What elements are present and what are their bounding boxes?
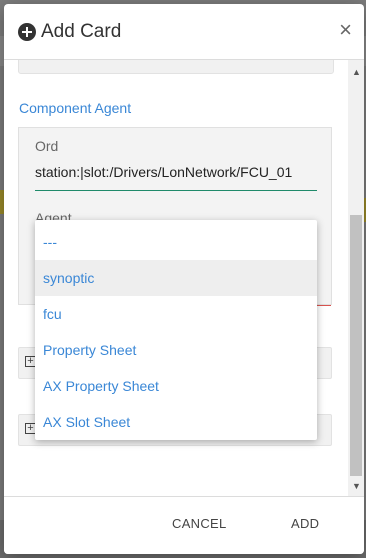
dialog-title: Add Card bbox=[41, 21, 122, 42]
dialog-footer: CANCEL ADD bbox=[4, 496, 364, 554]
dropdown-option-fcu[interactable]: fcu bbox=[35, 296, 317, 332]
agent-dropdown-menu: --- synoptic fcu Property Sheet AX Prope… bbox=[35, 220, 317, 440]
add-button[interactable]: ADD bbox=[291, 516, 319, 531]
previous-section-box bbox=[18, 60, 334, 74]
dropdown-option-ax-property-sheet[interactable]: AX Property Sheet bbox=[35, 368, 317, 404]
scrollbar-thumb[interactable] bbox=[350, 215, 362, 476]
vertical-scrollbar[interactable]: ▲ ▼ bbox=[348, 60, 364, 496]
dropdown-option-none[interactable]: --- bbox=[35, 224, 317, 260]
dialog-header: Add Card × bbox=[4, 4, 364, 60]
triangle-down-icon[interactable]: ▼ bbox=[352, 481, 361, 491]
dropdown-option-property-sheet[interactable]: Property Sheet bbox=[35, 332, 317, 368]
add-card-dialog: Add Card × Component Agent Ord station:|… bbox=[4, 4, 364, 554]
cancel-button[interactable]: CANCEL bbox=[172, 516, 227, 531]
close-icon[interactable]: × bbox=[339, 18, 352, 42]
dropdown-option-synoptic[interactable]: synoptic bbox=[35, 260, 317, 296]
triangle-up-icon[interactable]: ▲ bbox=[352, 67, 361, 77]
dropdown-option-ax-slot-sheet[interactable]: AX Slot Sheet bbox=[35, 404, 317, 440]
ord-input[interactable]: station:|slot:/Drivers/LonNetwork/FCU_01 bbox=[35, 164, 292, 180]
ord-label: Ord bbox=[35, 138, 59, 154]
plus-circle-icon bbox=[18, 23, 36, 41]
ord-input-underline bbox=[35, 190, 317, 191]
component-agent-label: Component Agent bbox=[19, 100, 132, 116]
